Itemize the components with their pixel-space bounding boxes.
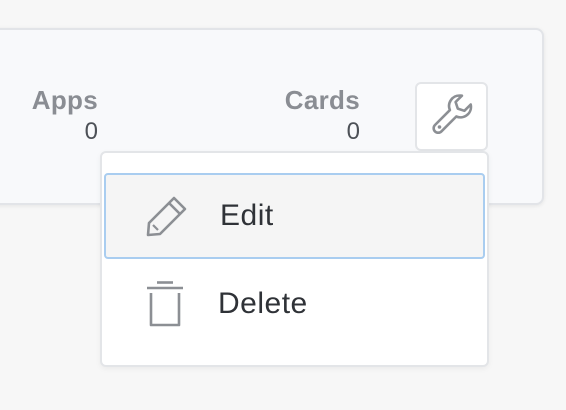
cards-count: 0 <box>346 118 360 145</box>
wrench-icon <box>429 91 475 142</box>
page: Apps 0 Cards 0 Edit Delete <box>0 0 566 410</box>
settings-button[interactable] <box>415 82 488 151</box>
menu-item-edit-label: Edit <box>220 199 274 232</box>
apps-stat: Apps 0 <box>26 85 98 147</box>
actions-dropdown: Edit Delete <box>100 151 489 367</box>
pencil-icon <box>142 191 192 241</box>
cards-stat: Cards 0 <box>280 85 360 147</box>
menu-item-delete-label: Delete <box>218 287 308 320</box>
apps-label: Apps <box>31 85 98 115</box>
cards-label: Cards <box>284 85 360 115</box>
apps-count: 0 <box>84 118 98 145</box>
trash-icon <box>140 279 190 329</box>
menu-item-delete[interactable]: Delete <box>104 261 485 347</box>
menu-item-edit[interactable]: Edit <box>104 173 485 259</box>
